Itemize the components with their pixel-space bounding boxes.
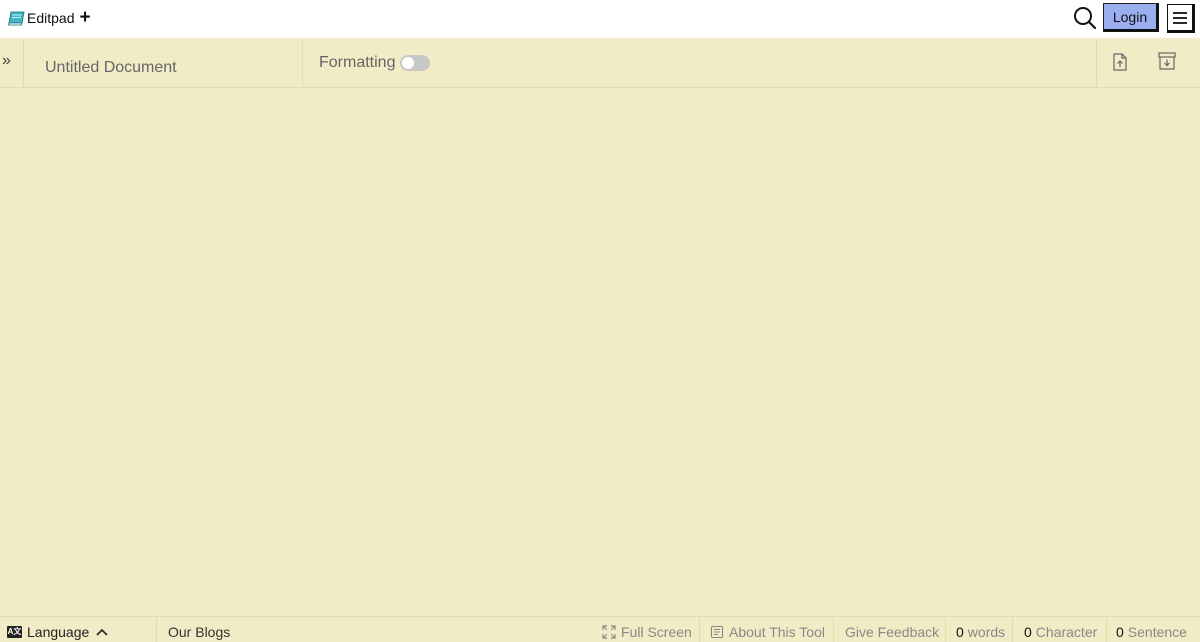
language-label: Language [27,624,90,640]
editpad-logo-icon [8,11,25,25]
fullscreen-icon [602,625,616,639]
character-count-label: Character [1035,624,1098,640]
document-title[interactable]: Untitled Document [25,40,303,88]
translate-icon: A文 [7,626,22,638]
word-count-value: 0 [956,624,964,640]
sidebar-toggle-button[interactable]: » [0,40,24,88]
language-selector[interactable]: A文 Language [0,617,157,642]
new-document-button[interactable]: + [79,8,90,27]
chevron-up-icon [96,628,108,636]
formatting-toggle[interactable] [400,55,431,71]
sentence-count-value: 0 [1116,624,1124,640]
give-feedback-label: Give Feedback [845,624,940,640]
document-toolbar: » Untitled Document Formatting [0,40,1200,88]
search-icon [1074,7,1097,30]
brand-name: Editpad [27,10,75,26]
toggle-knob [402,57,415,69]
about-tool-link[interactable]: About This Tool [710,617,834,642]
full-screen-label: Full Screen [621,624,692,640]
hamburger-menu-icon [1173,12,1187,24]
menu-button[interactable] [1167,4,1195,33]
formatting-label: Formatting [319,54,396,71]
give-feedback-link[interactable]: Give Feedback [845,617,946,642]
login-button[interactable]: Login [1103,3,1159,32]
our-blogs-link[interactable]: Our Blogs [168,617,230,642]
document-info-icon [710,625,724,639]
brand-link[interactable]: Editpad + [8,8,91,27]
formatting-control: Formatting [319,54,431,72]
character-count: 0 Character [1024,617,1107,642]
download-button[interactable] [1157,51,1177,71]
upload-file-icon [1113,53,1127,71]
top-header: Editpad + Login [0,0,1200,38]
document-actions [1096,40,1200,88]
character-count-value: 0 [1024,624,1032,640]
about-tool-label: About This Tool [729,624,825,640]
sentence-count-label: Sentence [1127,624,1187,640]
document-editor[interactable] [0,89,1200,616]
search-button[interactable] [1073,6,1097,30]
sentence-count: 0 Sentence [1116,617,1200,642]
word-count-label: words [967,624,1006,640]
status-footer: A文 Language Our Blogs Full Screen About … [0,616,1200,642]
download-file-icon [1158,52,1176,70]
full-screen-button[interactable]: Full Screen [602,617,700,642]
upload-button[interactable] [1111,52,1129,72]
word-count: 0 words [956,617,1013,642]
